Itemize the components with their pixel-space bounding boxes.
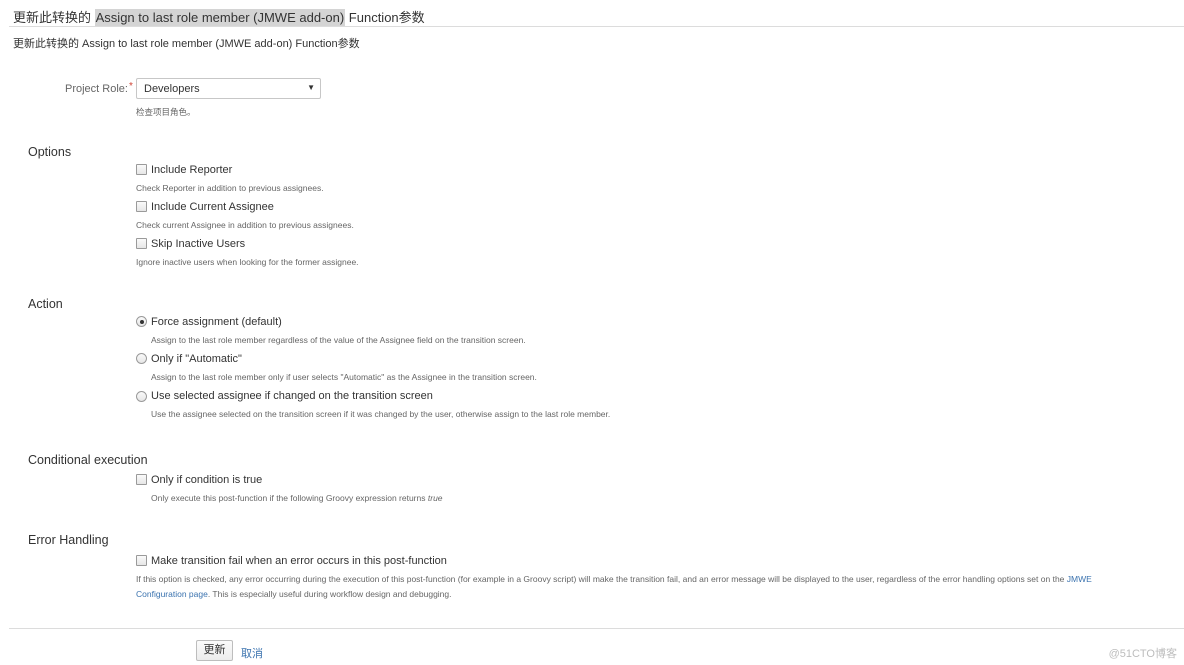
only-if-condition-label[interactable]: Only if condition is true [151,474,262,486]
only-if-condition-hint-em: true [427,493,443,503]
title-highlight: Assign to last role member (JMWE add-on) [94,9,346,26]
project-role-hint: 检查项目角色。 [136,107,196,117]
page-title: 更新此转换的 Assign to last role member (JMWE … [13,7,425,26]
make-transition-fail-checkbox[interactable] [136,555,147,566]
include-current-assignee-hint: Check current Assignee in addition to pr… [136,220,354,230]
watermark: @51CTO博客 [1108,648,1177,660]
skip-inactive-users-checkbox[interactable] [136,238,147,249]
dropdown-arrow-icon: ▼ [307,83,315,92]
jmwe-link[interactable]: JMWE [1067,574,1092,584]
include-current-assignee-label[interactable]: Include Current Assignee [151,201,274,213]
force-assignment-label[interactable]: Force assignment (default) [151,316,282,328]
use-selected-assignee-hint: Use the assignee selected on the transit… [151,409,611,419]
only-if-condition-hint-text: Only execute this post-function if the f… [151,493,426,503]
error-handling-hint-text: If this option is checked, any error occ… [136,574,1065,584]
skip-inactive-users-label[interactable]: Skip Inactive Users [151,238,245,250]
include-reporter-checkbox[interactable] [136,164,147,175]
use-selected-assignee-label[interactable]: Use selected assignee if changed on the … [151,390,433,402]
project-role-selected-value: Developers [144,83,200,95]
only-if-automatic-label[interactable]: Only if "Automatic" [151,353,242,365]
only-if-automatic-radio[interactable] [136,353,147,364]
only-if-condition-hint: Only execute this post-function if the f… [151,493,443,503]
error-handling-hint-line1: If this option is checked, any error occ… [136,574,1092,584]
force-assignment-hint: Assign to the last role member regardles… [151,335,526,345]
update-button[interactable]: 更新 [196,640,233,661]
action-heading: Action [28,297,63,311]
configuration-page-link[interactable]: Configuration page [136,589,208,599]
make-transition-fail-label[interactable]: Make transition fail when an error occur… [151,555,447,567]
project-role-label: Project Role:* [65,81,133,95]
project-role-select[interactable]: Developers ▼ [136,78,321,99]
title-prefix: 更新此转换的 [13,10,92,25]
title-divider [9,26,1184,27]
error-handling-hint-line2: Configuration page. This is especially u… [136,589,452,599]
skip-inactive-users-hint: Ignore inactive users when looking for t… [136,257,359,267]
cancel-link[interactable]: 取消 [241,645,263,661]
error-handling-heading: Error Handling [28,533,109,547]
page-subtitle: 更新此转换的 Assign to last role member (JMWE … [13,38,360,50]
include-current-assignee-checkbox[interactable] [136,201,147,212]
use-selected-assignee-radio[interactable] [136,391,147,402]
options-heading: Options [28,145,72,159]
only-if-condition-checkbox[interactable] [136,474,147,485]
error-handling-hint-rest: . This is especially useful during workf… [207,589,452,599]
only-if-automatic-hint: Assign to the last role member only if u… [151,372,537,382]
force-assignment-radio[interactable] [136,316,147,327]
include-reporter-hint: Check Reporter in addition to previous a… [136,183,324,193]
title-suffix: Function参数 [348,10,425,25]
footer-divider [9,628,1184,629]
required-indicator: * [128,81,133,92]
conditional-execution-heading: Conditional execution [28,453,148,467]
include-reporter-label[interactable]: Include Reporter [151,164,232,176]
project-role-label-text: Project Role: [65,83,128,95]
